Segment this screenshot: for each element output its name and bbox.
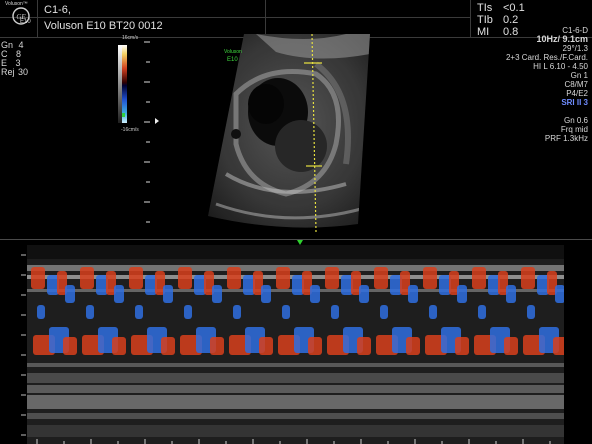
brand-name: Voluson™ xyxy=(5,1,28,7)
frame-depth: 10Hz/ 9.1cm xyxy=(536,34,588,44)
index-row: TIb 0.2 xyxy=(477,14,533,26)
doppler-flow-blob xyxy=(282,305,290,319)
doppler-flow-blob xyxy=(227,267,241,289)
doppler-flow-blob xyxy=(80,267,94,289)
gain: Gn 1 xyxy=(570,71,588,80)
index-value: 0.2 xyxy=(503,14,519,26)
b-mode-sector-image xyxy=(208,34,370,233)
preset: 2+3 Card. Res./F.Card. xyxy=(505,53,588,62)
doppler-flow-blob xyxy=(429,305,437,319)
doppler-flow-blob xyxy=(261,285,271,303)
doppler-flow-blob xyxy=(276,267,290,289)
depth-scale xyxy=(144,41,150,223)
color-scale-min: -16cm/s xyxy=(121,127,139,133)
doppler-flow-blob xyxy=(553,337,564,355)
prf: PRF 1.3kHz xyxy=(544,134,588,143)
doppler-flow-blob xyxy=(259,337,273,355)
tissue-band xyxy=(27,245,564,259)
tissue-band xyxy=(27,363,564,367)
device-label: Voluson E10 BT20 0012 xyxy=(44,20,163,32)
doppler-flow-blob xyxy=(380,305,388,319)
doppler-flow-blob xyxy=(408,285,418,303)
color-gain: Gn 0.6 xyxy=(563,116,588,125)
index-label: TIb xyxy=(477,14,493,26)
doppler-flow-blob xyxy=(112,337,126,355)
doppler-flow-blob xyxy=(527,305,535,319)
header-divider xyxy=(37,0,38,38)
index-value: <0.1 xyxy=(503,2,525,14)
color-map: C8/M7 xyxy=(564,80,588,89)
doppler-flow-blob xyxy=(86,305,94,319)
color-velocity-scale xyxy=(118,45,127,123)
color-scale-max: 16cm/s xyxy=(122,35,139,41)
doppler-flow-blob xyxy=(163,285,173,303)
tissue-band xyxy=(27,395,564,409)
doppler-flow-blob xyxy=(178,267,192,289)
doppler-flow-blob xyxy=(212,285,222,303)
doppler-flow-blob xyxy=(31,267,45,289)
doppler-flow-blob xyxy=(555,285,564,303)
doppler-flow-blob xyxy=(161,337,175,355)
doppler-flow-blob xyxy=(65,285,75,303)
param-row: Rej 30 xyxy=(1,68,28,77)
doppler-flow-blob xyxy=(310,285,320,303)
doppler-flow-blob xyxy=(521,267,535,289)
sector-brand-name: Voluson xyxy=(224,49,242,55)
angle: 29°/1.3 xyxy=(562,44,588,53)
doppler-flow-blob xyxy=(472,267,486,289)
doppler-flow-blob xyxy=(506,285,516,303)
doppler-flow-blob xyxy=(455,337,469,355)
doppler-flow-blob xyxy=(374,267,388,289)
m-mode-depth-scale xyxy=(21,254,26,436)
tissue-band xyxy=(27,413,564,419)
doppler-flow-blob xyxy=(504,337,518,355)
frequency: Frq mid xyxy=(560,125,588,134)
left-parameters: Gn 4 C 8 E 3 Rej 30 xyxy=(1,41,28,77)
doppler-flow-blob xyxy=(406,337,420,355)
probe-label: C1-6, xyxy=(44,4,71,16)
time-scale xyxy=(36,439,551,444)
index-row: TIs <0.1 xyxy=(477,2,533,14)
param-value: 30 xyxy=(18,67,29,77)
index-label: TIs xyxy=(477,2,493,14)
doppler-flow-blob xyxy=(63,337,77,355)
tissue-band xyxy=(27,373,564,383)
doppler-flow-blob xyxy=(325,267,339,289)
doppler-flow-blob xyxy=(233,305,241,319)
header-divider xyxy=(265,0,266,38)
doppler-flow-blob xyxy=(457,285,467,303)
doppler-flow-blob xyxy=(357,337,371,355)
harmonic: HI L 6.10 - 4.50 xyxy=(533,62,588,71)
right-parameters: C1-6-D 10Hz/ 9.1cm 29°/1.3 2+3 Card. Res… xyxy=(438,26,588,143)
m-mode-divider xyxy=(0,239,592,240)
color-m-mode-trace xyxy=(27,245,564,444)
doppler-flow-blob xyxy=(359,285,369,303)
sector-brand-model: E10 xyxy=(227,57,238,63)
ge-logo-icon: GE xyxy=(12,7,30,25)
doppler-flow-blob xyxy=(308,337,322,355)
doppler-flow-blob xyxy=(184,305,192,319)
sri-level: SRI II 3 xyxy=(561,98,588,107)
doppler-flow-blob xyxy=(37,305,45,319)
doppler-flow-blob xyxy=(129,267,143,289)
doppler-flow-blob xyxy=(331,305,339,319)
baseline-marker-icon[interactable] xyxy=(155,118,159,124)
persistence: P4/E2 xyxy=(566,89,588,98)
tissue-band xyxy=(27,385,564,393)
header-divider xyxy=(0,17,470,18)
param-label: Rej xyxy=(1,67,15,77)
doppler-flow-blob xyxy=(423,267,437,289)
doppler-flow-blob xyxy=(478,305,486,319)
doppler-flow-blob xyxy=(114,285,124,303)
doppler-flow-blob xyxy=(210,337,224,355)
brand-model: E10 xyxy=(20,19,31,25)
doppler-flow-blob xyxy=(135,305,143,319)
